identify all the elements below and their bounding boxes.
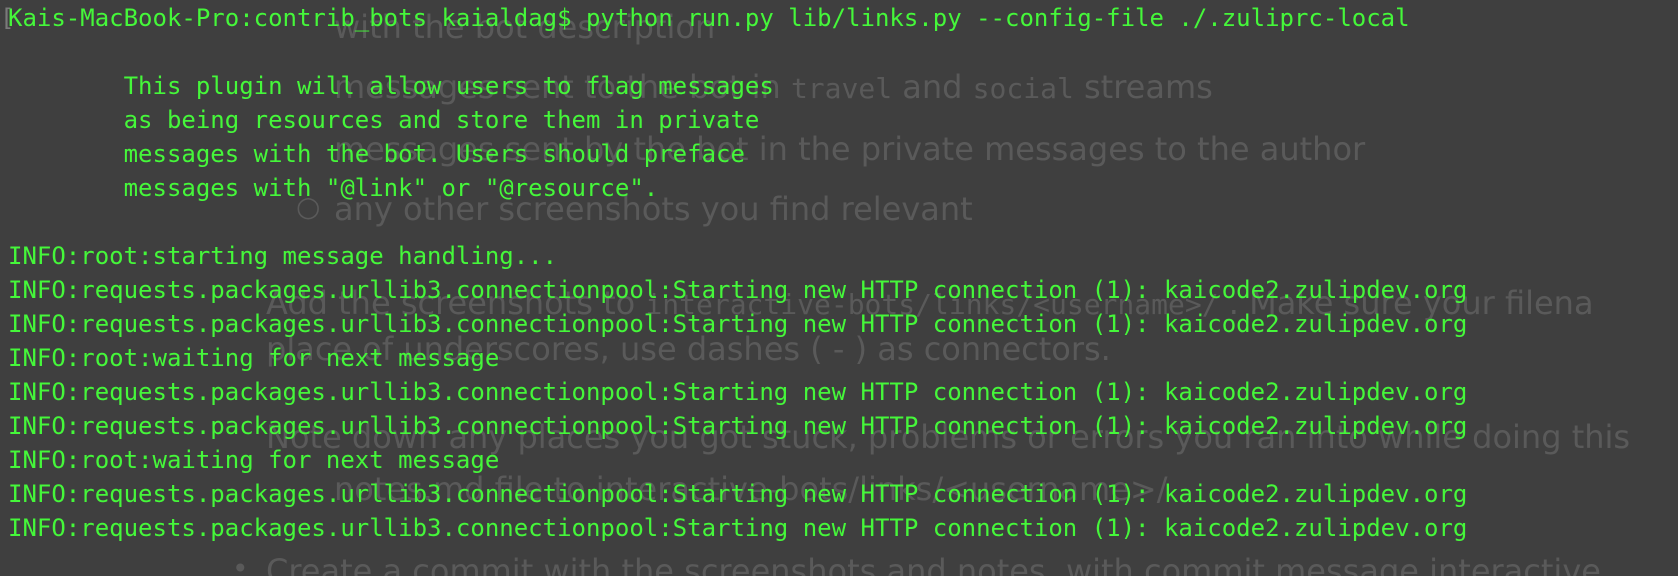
- terminal-command-line: Kais-MacBook-Pro:contrib_bots kaialdag$ …: [8, 4, 1410, 32]
- terminal-line: messages with the bot. Users should pref…: [8, 140, 745, 168]
- terminal-log-line: INFO:requests.packages.urllib3.connectio…: [8, 480, 1468, 508]
- terminal-log-line: INFO:root:waiting for next message: [8, 446, 500, 474]
- terminal-line: as being resources and store them in pri…: [8, 106, 760, 134]
- terminal-log-line: INFO:root:starting message handling...: [8, 242, 558, 270]
- terminal-line: This plugin will allow users to flag mes…: [8, 72, 774, 100]
- terminal-log-line: INFO:requests.packages.urllib3.connectio…: [8, 412, 1468, 440]
- terminal-log-line: INFO:root:waiting for next message: [8, 344, 500, 372]
- terminal-log-line: INFO:requests.packages.urllib3.connectio…: [8, 514, 1468, 542]
- terminal-log-line: INFO:requests.packages.urllib3.connectio…: [8, 310, 1468, 338]
- terminal-window[interactable]: [ Kais-MacBook-Pro:contrib_bots kaialdag…: [0, 0, 1678, 576]
- terminal-log-line: INFO:requests.packages.urllib3.connectio…: [8, 378, 1468, 406]
- terminal-log-line: INFO:requests.packages.urllib3.connectio…: [8, 276, 1468, 304]
- terminal-line: messages with "@link" or "@resource".: [8, 174, 659, 202]
